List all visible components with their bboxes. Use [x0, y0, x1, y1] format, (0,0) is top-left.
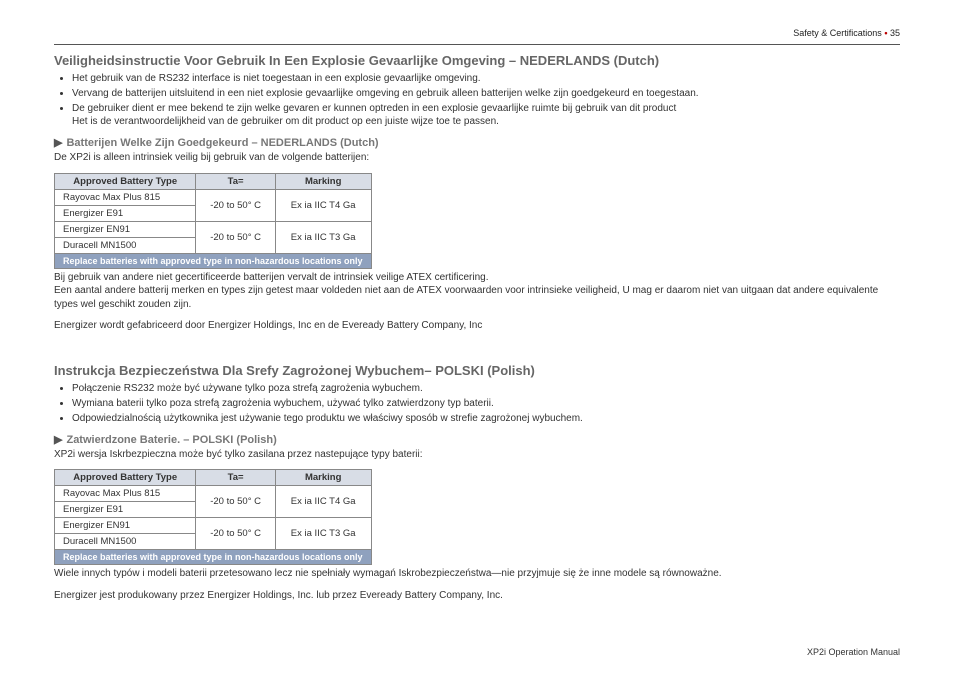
dutch-sub-heading: ▶Batterijen Welke Zijn Goedgekeurd – NED…	[54, 136, 900, 149]
page-number: 35	[890, 28, 900, 38]
dutch-para: Bij gebruik van andere niet gecertificee…	[54, 271, 900, 312]
col-header: Approved Battery Type	[55, 470, 196, 486]
polish-section-title: Instrukcja Bezpieczeństwa Dla Srefy Zagr…	[54, 363, 900, 378]
table-row: Rayovac Max Plus 815 -20 to 50° C Ex ia …	[55, 189, 372, 205]
col-header: Approved Battery Type	[55, 173, 196, 189]
dutch-sub-intro: De XP2i is alleen intrinsiek veilig bij …	[54, 151, 900, 165]
polish-para: Wiele innych typów i modeli baterii prze…	[54, 567, 900, 581]
page-header-meta: Safety & Certifications • 35	[54, 28, 900, 38]
col-header: Marking	[275, 470, 371, 486]
section-label: Safety & Certifications	[793, 28, 882, 38]
table-header-row: Approved Battery Type Ta= Marking	[55, 470, 372, 486]
list-item: Vervang de batterijen uitsluitend in een…	[72, 87, 900, 100]
table-row: Rayovac Max Plus 815 -20 to 50° C Ex ia …	[55, 486, 372, 502]
list-item: Połączenie RS232 może być używane tylko …	[72, 382, 900, 395]
polish-sub-intro: XP2i wersja Iskrbezpieczna może być tylk…	[54, 448, 900, 462]
dutch-battery-table: Approved Battery Type Ta= Marking Rayova…	[54, 173, 372, 269]
dutch-bullet-list: Het gebruik van de RS232 interface is ni…	[54, 72, 900, 128]
polish-sub-heading: ▶Zatwierdzone Baterie. – POLSKI (Polish)	[54, 433, 900, 446]
triangle-right-icon: ▶	[54, 137, 62, 149]
col-header: Ta=	[196, 470, 275, 486]
table-row: Energizer EN91 -20 to 50° C Ex ia IIC T3…	[55, 518, 372, 534]
dutch-para: Energizer wordt gefabriceerd door Energi…	[54, 319, 900, 333]
bullet-separator: •	[884, 28, 887, 38]
polish-battery-table: Approved Battery Type Ta= Marking Rayova…	[54, 469, 372, 565]
page-footer: XP2i Operation Manual	[807, 647, 900, 657]
polish-bullet-list: Połączenie RS232 może być używane tylko …	[54, 382, 900, 425]
col-header: Marking	[275, 173, 371, 189]
triangle-right-icon: ▶	[54, 434, 62, 446]
table-row: Energizer EN91 -20 to 50° C Ex ia IIC T3…	[55, 221, 372, 237]
list-item: Wymiana baterii tylko poza strefą zagroż…	[72, 397, 900, 410]
dutch-section-title: Veiligheidsinstructie Voor Gebruik In Ee…	[54, 53, 900, 68]
polish-para: Energizer jest produkowany przez Energiz…	[54, 589, 900, 603]
replace-note-row: Replace batteries with approved type in …	[55, 550, 372, 565]
list-item: Het gebruik van de RS232 interface is ni…	[72, 72, 900, 85]
list-item: De gebruiker dient er mee bekend te zijn…	[72, 102, 900, 128]
col-header: Ta=	[196, 173, 275, 189]
table-header-row: Approved Battery Type Ta= Marking	[55, 173, 372, 189]
replace-note-row: Replace batteries with approved type in …	[55, 253, 372, 268]
top-divider	[54, 44, 900, 45]
list-item: Odpowiedzialnością użytkownika jest używ…	[72, 412, 900, 425]
